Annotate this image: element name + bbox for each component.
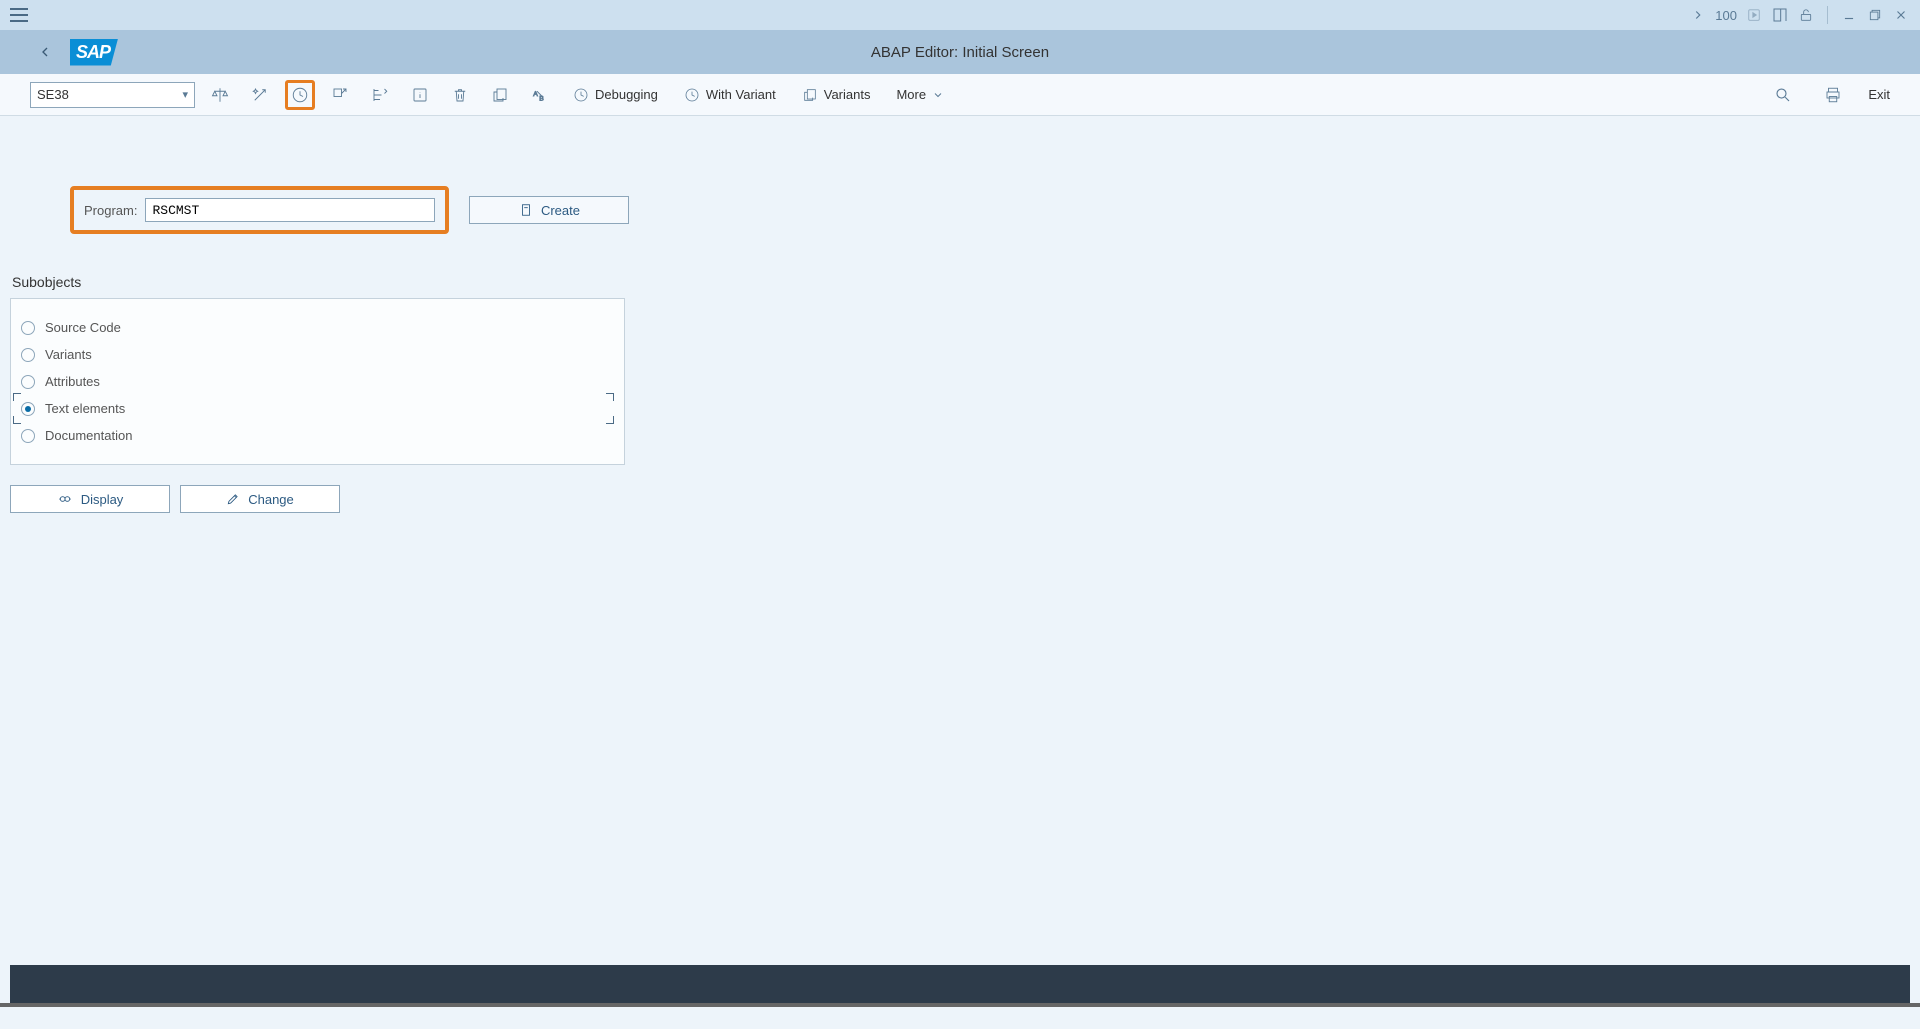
status-bar [10, 965, 1910, 1003]
with-variant-button[interactable]: With Variant [676, 83, 784, 107]
create-button[interactable]: Create [469, 196, 629, 224]
change-button[interactable]: Change [180, 485, 340, 513]
close-icon[interactable] [1892, 6, 1910, 24]
minimize-icon[interactable] [1840, 6, 1858, 24]
radio-icon [21, 429, 35, 443]
variants-button[interactable]: Variants [794, 83, 879, 107]
radio-documentation[interactable]: Documentation [21, 422, 614, 449]
header: SAP ABAP Editor: Initial Screen [0, 30, 1920, 74]
wizard-icon[interactable] [245, 80, 275, 110]
menu-icon[interactable] [10, 8, 28, 22]
sap-logo: SAP [70, 39, 118, 66]
expand-icon[interactable] [325, 80, 355, 110]
subobjects-group: Source Code Variants Attributes Text ele… [10, 298, 625, 465]
tcode-input[interactable]: SE38 ▾ [30, 82, 195, 108]
radio-icon [21, 348, 35, 362]
program-label: Program: [84, 203, 137, 218]
bottom-strip [0, 1003, 1920, 1007]
info-icon[interactable] [405, 80, 435, 110]
exit-button[interactable]: Exit [1868, 87, 1890, 102]
trash-icon[interactable] [445, 80, 475, 110]
unlock-icon[interactable] [1797, 6, 1815, 24]
page-title: ABAP Editor: Initial Screen [871, 44, 1049, 61]
subobjects-label: Subobjects [12, 274, 1920, 290]
program-field-highlight: Program: [70, 186, 449, 234]
search-icon[interactable] [1768, 80, 1798, 110]
rename-icon[interactable]: AB [525, 80, 555, 110]
display-button[interactable]: Display [10, 485, 170, 513]
copy-icon[interactable] [485, 80, 515, 110]
radio-variants[interactable]: Variants [21, 341, 614, 368]
layout-icon[interactable] [1771, 6, 1789, 24]
where-used-icon[interactable] [365, 80, 395, 110]
chevron-down-icon: ▾ [182, 88, 188, 101]
main: Program: Create Subobjects Source Code V… [0, 116, 1920, 513]
radio-icon [21, 402, 35, 416]
forward-icon[interactable] [1689, 6, 1707, 24]
scale-icon[interactable] [205, 80, 235, 110]
radio-attributes[interactable]: Attributes [21, 368, 614, 395]
system-bar: 100 [0, 0, 1920, 30]
radio-source-code[interactable]: Source Code [21, 314, 614, 341]
play-icon[interactable] [1745, 6, 1763, 24]
toolbar: SE38 ▾ AB Debugging [0, 74, 1920, 116]
zoom-level: 100 [1715, 8, 1737, 23]
more-menu[interactable]: More [888, 83, 952, 106]
debugging-button[interactable]: Debugging [565, 83, 666, 107]
program-input[interactable] [145, 198, 435, 222]
back-button[interactable] [30, 37, 60, 67]
radio-icon [21, 375, 35, 389]
radio-icon [21, 321, 35, 335]
execute-icon[interactable] [285, 80, 315, 110]
restore-icon[interactable] [1866, 6, 1884, 24]
print-icon[interactable] [1818, 80, 1848, 110]
radio-text-elements[interactable]: Text elements [21, 395, 614, 422]
